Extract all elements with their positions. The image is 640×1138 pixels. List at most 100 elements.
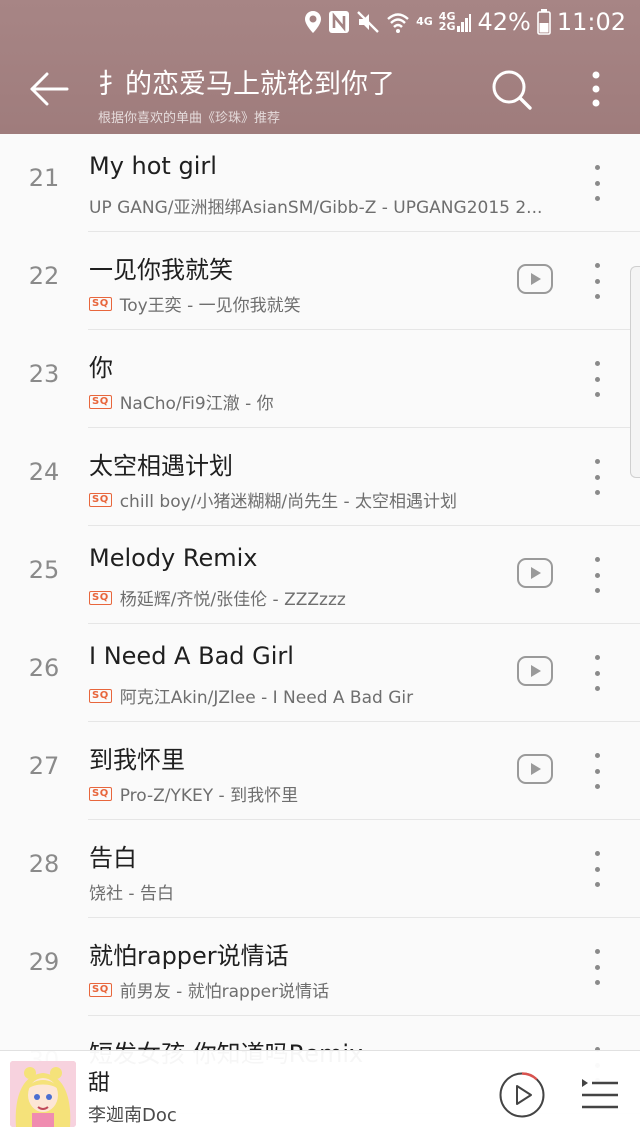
more-dot	[594, 851, 600, 856]
sq-quality-badge: SQ	[89, 786, 112, 801]
more-dot	[594, 655, 600, 660]
song-more-button[interactable]	[586, 361, 608, 397]
mv-play-button[interactable]	[517, 558, 553, 588]
back-button[interactable]	[26, 66, 72, 112]
more-dot	[594, 882, 600, 887]
more-dot	[594, 557, 600, 562]
header: 4G 4G 2G 42% 11:02 扌的恋爱马上就轮到你了 根据你喜欢的单曲《…	[0, 0, 640, 134]
song-title: I Need A Bad Girl	[89, 642, 294, 670]
song-more-button[interactable]	[586, 851, 608, 887]
song-title: 告白	[89, 844, 137, 872]
song-row[interactable]: 29 就怕rapper说情话 SQ 前男友 - 就怕rapper说情话	[0, 918, 640, 1016]
song-index: 29	[28, 948, 60, 976]
more-dot	[594, 294, 600, 299]
play-button[interactable]	[498, 1071, 546, 1119]
song-row[interactable]: 25 Melody Remix SQ 杨延辉/齐悦/张佳伦 - ZZZzzz	[0, 526, 640, 624]
mute-icon	[356, 10, 380, 34]
song-more-button[interactable]	[586, 165, 608, 201]
song-artist-album: 阿克江Akin/JZlee - I Need A Bad Gir	[119, 688, 414, 708]
song-more-button[interactable]	[586, 655, 608, 691]
wifi-icon	[386, 10, 410, 34]
song-title: 到我怀里	[89, 746, 185, 774]
sq-quality-badge: SQ	[89, 394, 112, 409]
mv-play-button[interactable]	[517, 754, 553, 784]
arrow-left-icon	[30, 72, 69, 106]
song-subtitle: SQ NaCho/Fi9江澈 - 你	[89, 389, 569, 414]
song-title: Melody Remix	[89, 544, 258, 572]
battery-percent: 42%	[477, 8, 531, 36]
album-cover[interactable]	[10, 1061, 76, 1127]
playlist-button[interactable]	[580, 1077, 620, 1113]
more-dot	[594, 572, 600, 578]
nfc-icon	[328, 10, 350, 34]
more-dot	[594, 361, 600, 366]
location-icon	[304, 10, 322, 34]
search-button[interactable]	[490, 68, 534, 112]
playlist-icon	[582, 1079, 618, 1109]
more-vertical-icon	[592, 71, 600, 107]
sq-quality-badge: SQ	[89, 590, 112, 605]
song-row[interactable]: 23 你 SQ NaCho/Fi9江澈 - 你	[0, 330, 640, 428]
song-artist-album: 饶社 - 告白	[89, 884, 174, 904]
song-subtitle: SQ Toy王奕 - 一见你我就笑	[89, 291, 569, 316]
song-more-button[interactable]	[586, 459, 608, 495]
more-dot	[594, 686, 600, 691]
now-playing-artist: 李迦南Doc	[88, 1105, 177, 1126]
page-subtitle: 根据你喜欢的单曲《珍珠》推荐	[98, 111, 281, 126]
song-artist-album: Pro-Z/YKEY - 到我怀里	[119, 786, 299, 806]
sq-quality-badge: SQ	[89, 296, 112, 311]
more-dot	[594, 459, 600, 464]
clock: 11:02	[556, 8, 626, 36]
more-dot	[594, 866, 600, 872]
song-title: 太空相遇计划	[89, 452, 233, 480]
mv-play-button[interactable]	[517, 264, 553, 294]
more-dot	[594, 165, 600, 170]
more-dot	[594, 980, 600, 985]
more-dot	[594, 768, 600, 774]
now-playing-title: 甜	[88, 1071, 111, 1096]
song-index: 24	[28, 458, 60, 486]
song-title: My hot girl	[89, 152, 217, 180]
song-artist-album: UP GANG/亚洲捆绑AsianSM/Gibb-Z - UPGANG2015 …	[89, 198, 543, 218]
song-row[interactable]: 26 I Need A Bad Girl SQ 阿克江Akin/JZlee - I N…	[0, 624, 640, 722]
more-dot	[594, 949, 600, 954]
song-more-button[interactable]	[586, 753, 608, 789]
song-row[interactable]: 28 告白 饶社 - 告白	[0, 820, 640, 918]
song-row[interactable]: 22 一见你我就笑 SQ Toy王奕 - 一见你我就笑	[0, 232, 640, 330]
album-art-image	[10, 1061, 76, 1127]
more-dot	[594, 474, 600, 480]
battery-icon	[537, 9, 551, 35]
song-subtitle: SQ chill boy/小猪迷糊糊/尚先生 - 太空相遇计划	[89, 487, 569, 512]
network-label-c: 2G	[438, 20, 456, 33]
more-dot	[594, 376, 600, 382]
song-title: 一见你我就笑	[89, 256, 233, 284]
scrollbar[interactable]	[630, 266, 640, 478]
song-row[interactable]: 21 My hot girl UP GANG/亚洲捆绑AsianSM/Gibb-Z …	[0, 134, 640, 232]
more-dot	[594, 278, 600, 284]
song-artist-album: 杨延辉/齐悦/张佳伦 - ZZZzzz	[119, 590, 346, 610]
more-dot	[594, 263, 600, 268]
song-subtitle: SQ Pro-Z/YKEY - 到我怀里	[89, 781, 569, 806]
sq-quality-badge: SQ	[89, 982, 112, 997]
song-row[interactable]: 24 太空相遇计划 SQ chill boy/小猪迷糊糊/尚先生 - 太空相遇计划	[0, 428, 640, 526]
song-index: 27	[28, 752, 60, 780]
title-block: 扌的恋爱马上就轮到你了 根据你喜欢的单曲《珍珠》推荐	[98, 62, 478, 126]
page-title: 扌的恋爱马上就轮到你了	[98, 69, 395, 100]
song-more-button[interactable]	[586, 263, 608, 299]
song-subtitle: 饶社 - 告白	[89, 879, 569, 904]
mini-player[interactable]: 甜 李迦南Doc	[0, 1050, 640, 1138]
song-title: 就怕rapper说情话	[89, 942, 289, 970]
more-dot	[594, 964, 600, 970]
more-options-button[interactable]	[584, 68, 608, 112]
song-list: 21 My hot girl UP GANG/亚洲捆绑AsianSM/Gibb-Z …	[0, 134, 640, 1114]
video-play-icon	[531, 665, 541, 677]
more-dot	[594, 196, 600, 201]
song-row[interactable]: 27 到我怀里 SQ Pro-Z/YKEY - 到我怀里	[0, 722, 640, 820]
video-play-icon	[531, 567, 541, 579]
song-index: 26	[28, 654, 60, 682]
mv-play-button[interactable]	[517, 656, 553, 686]
more-dot	[594, 588, 600, 593]
app-root: 4G 4G 2G 42% 11:02 扌的恋爱马上就轮到你了 根据你喜欢的单曲《…	[0, 0, 640, 1138]
song-more-button[interactable]	[586, 557, 608, 593]
song-more-button[interactable]	[586, 949, 608, 985]
